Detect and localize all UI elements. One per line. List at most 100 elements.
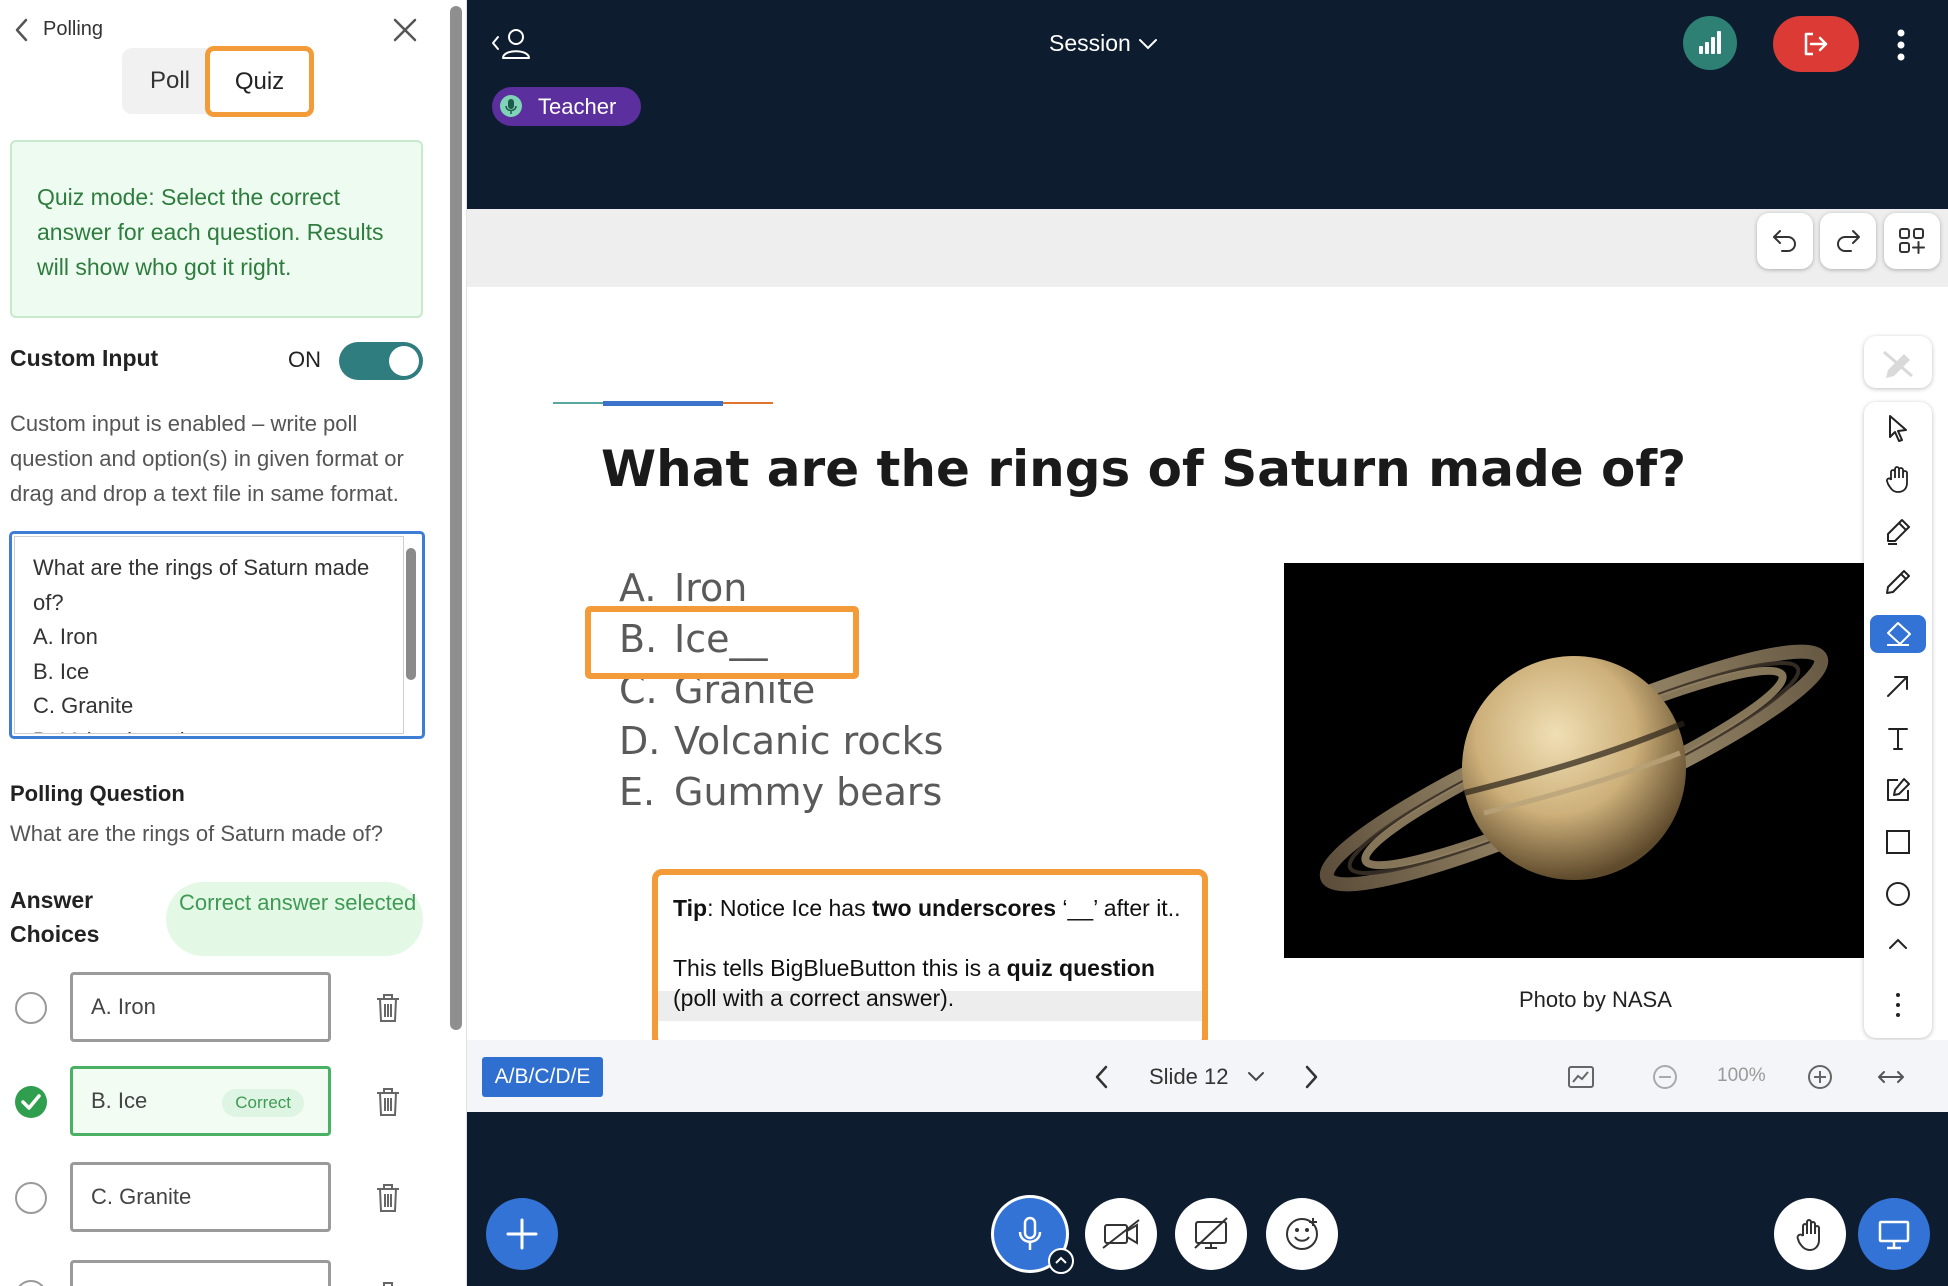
trash-icon[interactable] <box>375 1086 401 1118</box>
zoom-in-icon[interactable] <box>1805 1062 1835 1092</box>
custom-input-toggle[interactable] <box>339 342 423 380</box>
correct-radio[interactable] <box>15 1280 47 1286</box>
quick-poll-button[interactable]: A/B/C/D/E <box>482 1057 603 1097</box>
panel-scrollbar[interactable] <box>445 0 467 1286</box>
answer-choices-label: Answer Choices <box>10 887 100 947</box>
panel-title[interactable]: Polling <box>43 18 103 41</box>
polling-panel: Polling Poll Quiz Quiz mode: Select the … <box>0 0 443 1286</box>
rectangle-icon[interactable] <box>1883 827 1913 857</box>
trash-icon[interactable] <box>375 1182 401 1214</box>
previous-slide-icon[interactable] <box>1092 1063 1112 1091</box>
toggle-knob <box>389 346 419 376</box>
talking-user-name: Teacher <box>538 94 617 119</box>
pen-off-icon <box>1883 350 1913 378</box>
answer-input[interactable]: C. Granite <box>70 1162 331 1232</box>
user-list-toggle-icon[interactable] <box>490 26 532 62</box>
select-icon[interactable] <box>1883 413 1913 443</box>
textarea-content[interactable]: What are the rings of Saturn made of? A.… <box>14 536 404 734</box>
answer-row <box>0 1260 443 1286</box>
arrow-icon[interactable] <box>1883 671 1913 701</box>
session-menu[interactable]: Session <box>1049 30 1131 57</box>
option-letter: A. <box>619 566 657 610</box>
mic-icon <box>500 95 522 117</box>
talking-indicator[interactable]: Teacher <box>492 87 641 126</box>
next-slide-icon[interactable] <box>1301 1063 1321 1091</box>
connection-status-button[interactable] <box>1683 16 1737 70</box>
answer-row: A. Iron <box>0 972 443 1044</box>
slide-select[interactable]: Slide 12 <box>1149 1064 1229 1090</box>
chevron-down-icon[interactable] <box>1246 1070 1266 1084</box>
quiz-mode-info: Quiz mode: Select the correct answer for… <box>10 140 423 318</box>
multi-user-toggle[interactable] <box>1864 336 1932 388</box>
share-webcam-button[interactable] <box>1085 1198 1157 1270</box>
tip-emphasis: two underscores <box>872 895 1057 921</box>
correct-answer-badge: Correct answer selected <box>166 882 423 956</box>
photo-credit: Photo by NASA <box>1519 987 1672 1012</box>
tab-quiz[interactable]: Quiz <box>205 46 314 117</box>
undo-button[interactable] <box>1757 213 1813 269</box>
actions-button[interactable] <box>486 1198 558 1270</box>
exit-icon <box>1804 32 1828 56</box>
tip-label: Tip <box>673 895 708 921</box>
ellipse-icon[interactable] <box>1883 879 1913 909</box>
answer-text: B. Ice <box>91 1088 148 1113</box>
more-icon[interactable] <box>1883 990 1913 1020</box>
more-options-icon[interactable] <box>1896 28 1906 62</box>
leave-session-button[interactable] <box>1773 16 1859 72</box>
saturn-photo <box>1284 563 1864 958</box>
text-icon[interactable] <box>1883 723 1913 753</box>
polling-question-text: What are the rings of Saturn made of? <box>10 821 383 846</box>
raise-hand-button[interactable] <box>1774 1198 1846 1270</box>
option-letter: D. <box>619 719 661 763</box>
textarea-scrollbar[interactable] <box>406 548 416 680</box>
note-icon[interactable] <box>1883 775 1913 805</box>
close-icon[interactable] <box>390 15 420 45</box>
plus-icon <box>506 1218 538 1250</box>
camera-off-icon <box>1102 1219 1140 1249</box>
tab-poll[interactable]: Poll <box>122 48 218 114</box>
zoom-out-icon[interactable] <box>1650 1062 1680 1092</box>
eraser-icon[interactable] <box>1883 619 1913 649</box>
mute-button[interactable] <box>994 1198 1074 1274</box>
chevron-down-icon[interactable] <box>1138 37 1158 51</box>
share-screen-button[interactable] <box>1175 1198 1247 1270</box>
back-chevron-icon[interactable] <box>10 16 34 44</box>
custom-input-label: Custom Input <box>10 345 159 371</box>
option-text: Volcanic rocks <box>674 719 944 763</box>
presentation-snapshot-icon[interactable] <box>1566 1062 1596 1092</box>
undo-icon <box>1773 230 1796 252</box>
option-letter: E. <box>619 770 656 814</box>
presentation-toggle-button[interactable] <box>1858 1198 1930 1270</box>
trash-icon[interactable] <box>375 1280 401 1286</box>
correct-radio-checked[interactable] <box>15 1086 47 1118</box>
pencil-icon[interactable] <box>1883 567 1913 597</box>
check-icon <box>21 1094 41 1110</box>
redo-icon <box>1837 230 1860 252</box>
audio-settings-toggle[interactable] <box>1048 1248 1074 1274</box>
screen-share-off-icon <box>1194 1217 1228 1249</box>
apps-button[interactable] <box>1884 213 1940 269</box>
chevron-up-icon[interactable] <box>1883 929 1913 959</box>
answer-input[interactable]: A. Iron <box>70 972 331 1042</box>
redo-button[interactable] <box>1820 213 1876 269</box>
pan-hand-icon[interactable] <box>1883 464 1913 494</box>
textarea-line: B. Ice <box>33 658 90 684</box>
correct-radio[interactable] <box>15 992 47 1024</box>
correct-radio[interactable] <box>15 1182 47 1214</box>
signal-bars-icon <box>1699 31 1721 54</box>
reactions-button[interactable] <box>1266 1198 1338 1270</box>
polling-question-label: Polling Question <box>10 781 185 806</box>
title-decoration <box>553 401 773 406</box>
trash-icon[interactable] <box>375 992 401 1024</box>
highlighter-icon[interactable] <box>1883 516 1913 546</box>
custom-input-textarea[interactable]: What are the rings of Saturn made of? A.… <box>9 531 425 739</box>
answer-input[interactable] <box>70 1260 331 1286</box>
answer-input[interactable]: B. Ice Correct <box>70 1066 331 1136</box>
panel-scrollbar-thumb[interactable] <box>450 6 462 1030</box>
tip-text-part: (poll with a correct answer). <box>673 985 955 1011</box>
custom-input-state: ON <box>288 347 321 372</box>
tip-text-part: : Notice Ice has <box>707 895 872 921</box>
fit-width-icon[interactable] <box>1876 1062 1906 1092</box>
hand-icon <box>1796 1219 1820 1251</box>
slide-option: E. Gummy bears <box>619 770 942 814</box>
